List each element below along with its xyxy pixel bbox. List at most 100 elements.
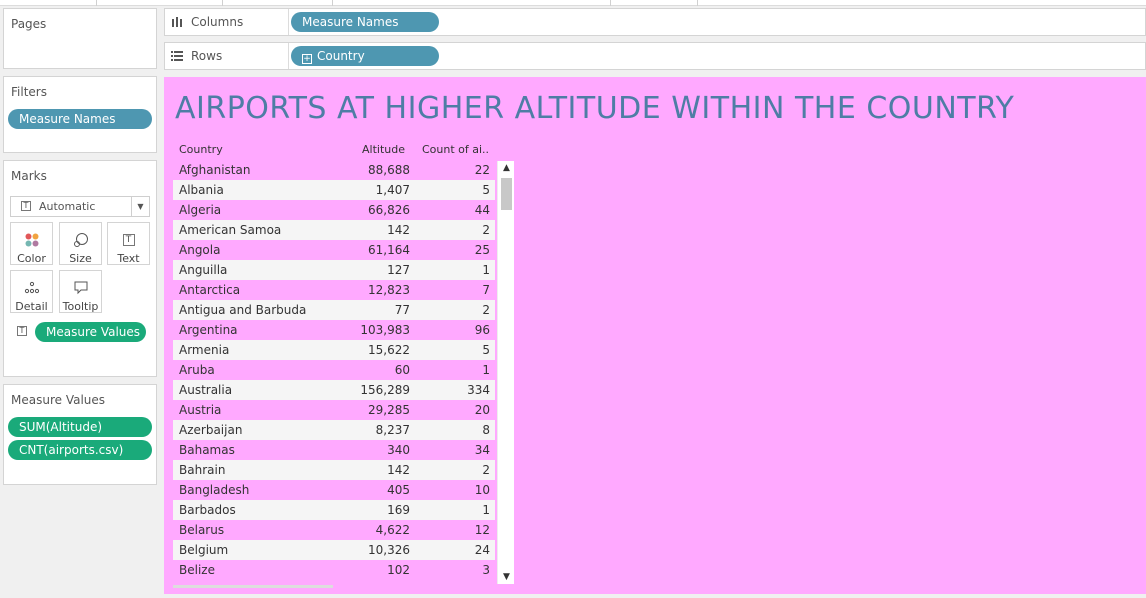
cell-count: 22	[474, 163, 490, 177]
strip-divider	[96, 0, 97, 6]
cell-altitude: 340	[387, 443, 410, 457]
cell-country: Barbados	[179, 503, 236, 517]
table-row[interactable]: Belize 102 3	[173, 560, 495, 580]
rows-shelf-label: Rows	[165, 43, 289, 69]
header-country[interactable]: Country	[179, 140, 223, 160]
pages-title: Pages	[11, 17, 47, 31]
chevron-down-icon[interactable]: ▼	[131, 197, 149, 216]
cell-count: 3	[482, 563, 490, 577]
color-button[interactable]: Color	[10, 222, 53, 265]
vertical-scrollbar[interactable]: ▲ ▼	[497, 161, 514, 584]
columns-shelf[interactable]: Columns Measure Names	[164, 8, 1146, 36]
measure-pill-cnt-airports[interactable]: CNT(airports.csv)	[8, 440, 152, 460]
table-row[interactable]: Afghanistan 88,688 22	[173, 160, 495, 180]
table-row[interactable]: Antigua and Barbuda 77 2	[173, 300, 495, 320]
cell-country: Bahrain	[179, 463, 226, 477]
table-row[interactable]: Anguilla 127 1	[173, 260, 495, 280]
color-label: Color	[17, 252, 46, 265]
table-row[interactable]: Bahrain 142 2	[173, 460, 495, 480]
cell-altitude: 29,285	[368, 403, 410, 417]
header-altitude[interactable]: Altitude	[362, 140, 405, 160]
table-row[interactable]: Antarctica 12,823 7	[173, 280, 495, 300]
table-row[interactable]: Azerbaijan 8,237 8	[173, 420, 495, 440]
filters-title: Filters	[11, 85, 47, 99]
cell-country: Australia	[179, 383, 233, 397]
cell-count: 1	[482, 363, 490, 377]
measure-pill-sum-altitude[interactable]: SUM(Altitude)	[8, 417, 152, 437]
viz-canvas: AIRPORTS AT HIGHER ALTITUDE WITHIN THE C…	[164, 77, 1146, 594]
cell-country: Bahamas	[179, 443, 235, 457]
size-label: Size	[69, 252, 92, 265]
cell-count: 5	[482, 343, 490, 357]
cell-country: Algeria	[179, 203, 222, 217]
pages-shelf[interactable]: Pages	[3, 8, 157, 69]
cell-altitude: 60	[394, 363, 410, 377]
measure-values-text-pill[interactable]: Measure Values	[35, 322, 146, 342]
cell-count: 1	[482, 263, 490, 277]
table-row[interactable]: Algeria 66,826 44	[173, 200, 495, 220]
measure-values-title: Measure Values	[11, 393, 106, 407]
cell-altitude: 12,823	[368, 283, 410, 297]
cell-altitude: 1,407	[375, 183, 410, 197]
measure-values-shelf[interactable]: Measure Values SUM(Altitude) CNT(airport…	[3, 384, 157, 485]
table-row[interactable]: Argentina 103,983 96	[173, 320, 495, 340]
table-row[interactable]: Aruba 60 1	[173, 360, 495, 380]
columns-label: Columns	[191, 15, 244, 29]
size-icon	[60, 229, 101, 251]
columns-shelf-label: Columns	[165, 9, 289, 35]
cell-count: 334	[467, 383, 490, 397]
scroll-down-icon[interactable]: ▼	[498, 570, 515, 584]
cell-country: Belarus	[179, 523, 225, 537]
columns-pill-measure-names[interactable]: Measure Names	[291, 12, 439, 32]
horizontal-scrollbar[interactable]	[173, 585, 333, 588]
header-count[interactable]: Count of ai..	[422, 140, 489, 160]
cell-country: Antigua and Barbuda	[179, 303, 307, 317]
table-row[interactable]: Bahamas 340 34	[173, 440, 495, 460]
rows-shelf[interactable]: Rows + Country	[164, 42, 1146, 70]
cell-count: 12	[474, 523, 490, 537]
cell-altitude: 142	[387, 463, 410, 477]
cell-count: 7	[482, 283, 490, 297]
filter-pill-measure-names[interactable]: Measure Names	[8, 109, 152, 129]
columns-icon	[172, 17, 182, 27]
filters-shelf[interactable]: Filters Measure Names	[3, 76, 157, 153]
strip-divider	[222, 0, 223, 6]
size-button[interactable]: Size	[59, 222, 102, 265]
cell-altitude: 8,237	[375, 423, 410, 437]
mark-type-dropdown[interactable]: T Automatic ▼	[10, 196, 150, 217]
cell-count: 10	[474, 483, 490, 497]
cell-count: 96	[474, 323, 490, 337]
rows-label: Rows	[191, 49, 223, 63]
detail-button[interactable]: Detail	[10, 270, 53, 313]
cell-altitude: 61,164	[368, 243, 410, 257]
table-row[interactable]: Belarus 4,622 12	[173, 520, 495, 540]
scroll-up-icon[interactable]: ▲	[498, 161, 515, 175]
table-row[interactable]: Belgium 10,326 24	[173, 540, 495, 560]
table-row[interactable]: Austria 29,285 20	[173, 400, 495, 420]
table-row[interactable]: Bangladesh 405 10	[173, 480, 495, 500]
table-row[interactable]: Australia 156,289 334	[173, 380, 495, 400]
text-button[interactable]: T Text	[107, 222, 150, 265]
cell-count: 1	[482, 503, 490, 517]
table-row[interactable]: Angola 61,164 25	[173, 240, 495, 260]
cell-country: Belgium	[179, 543, 229, 557]
cell-count: 5	[482, 183, 490, 197]
rows-pill-country[interactable]: + Country	[291, 46, 439, 66]
table-row[interactable]: American Samoa 142 2	[173, 220, 495, 240]
expand-plus-icon[interactable]: +	[302, 54, 312, 64]
scroll-thumb[interactable]	[501, 178, 512, 210]
text-mark-icon: T	[21, 201, 31, 211]
cell-count: 24	[474, 543, 490, 557]
table-row[interactable]: Albania 1,407 5	[173, 180, 495, 200]
marks-title: Marks	[11, 169, 47, 183]
tooltip-button[interactable]: Tooltip	[59, 270, 102, 313]
rows-icon	[171, 51, 183, 61]
tooltip-label: Tooltip	[62, 300, 99, 313]
cell-country: Austria	[179, 403, 222, 417]
cell-altitude: 4,622	[375, 523, 410, 537]
table-row[interactable]: Armenia 15,622 5	[173, 340, 495, 360]
table-row[interactable]: Barbados 169 1	[173, 500, 495, 520]
cell-altitude: 127	[387, 263, 410, 277]
cell-count: 8	[482, 423, 490, 437]
strip-divider	[610, 0, 611, 6]
